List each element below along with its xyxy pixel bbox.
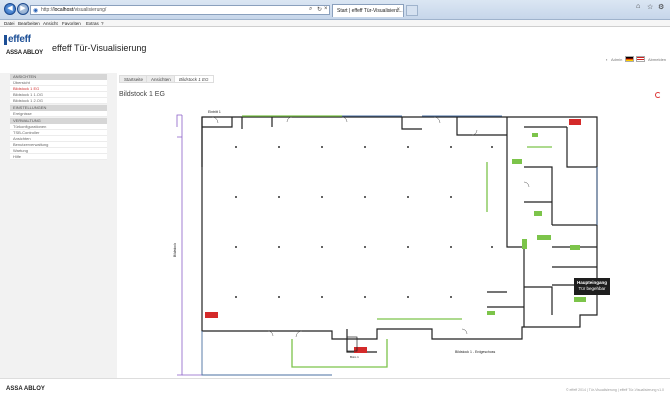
perimeter-walls: [201, 115, 598, 376]
new-tab-button[interactable]: [406, 5, 418, 16]
web-page: effeff ASSA ABLOY effeff Tür-Visualisier…: [0, 27, 670, 405]
address-text: http://localhost/visualisierung/: [41, 7, 107, 13]
search-icon[interactable]: ⌕: [309, 6, 312, 13]
main-panel: Startseite Ansichten Bildstock 1 EG Bild…: [117, 73, 670, 378]
star-icon[interactable]: ☆: [647, 3, 653, 11]
tab-start[interactable]: Startseite: [119, 75, 149, 83]
back-button[interactable]: ◀: [4, 3, 16, 15]
sidebar-item-help[interactable]: Hilfe: [10, 154, 107, 160]
app-title: effeff Tür-Visualisierung: [52, 43, 147, 53]
tooltip-status: Tür begehbar: [578, 286, 606, 291]
menu-bar: Datei Bearbeiten Ansicht Favoriten Extra…: [0, 20, 670, 27]
tab-views[interactable]: Ansichten: [146, 75, 176, 83]
effeff-logo-mark: [4, 35, 7, 45]
column-grid: [235, 146, 493, 298]
tab-current-view[interactable]: Bildstock 1 EG: [174, 75, 214, 83]
sidebar-item-events[interactable]: Ereignisse: [10, 111, 107, 117]
menu-file[interactable]: Datei: [4, 20, 15, 27]
footer-copyright: © effeff 2014 | Tür-Visualisierung | eff…: [565, 388, 664, 392]
browser-titlebar: ◀ ▶ ◉ http://localhost/visualisierung/ ⌕…: [0, 0, 670, 20]
floor-plan: Eintritt 1 Bildstock Bildstock 1 - Erdge…: [173, 110, 598, 376]
admin-link[interactable]: Admin: [611, 57, 622, 62]
address-bar[interactable]: ◉ http://localhost/visualisierung/ ⌕ ↻ ×: [30, 5, 330, 15]
menu-help[interactable]: ?: [101, 20, 104, 27]
sidebar: ANSICHTEN Übersicht Bildstock 1 EG Bilds…: [10, 73, 107, 160]
plan-label-bottom: Bildstock 1 - Erdgeschoss: [455, 350, 496, 354]
flag-de-icon[interactable]: [625, 56, 634, 62]
loading-icon[interactable]: [655, 92, 661, 98]
page-footer: ASSA ABLOY © effeff 2014 | Tür-Visualisi…: [0, 378, 670, 405]
menu-favorites[interactable]: Favoriten: [62, 20, 81, 27]
forward-button[interactable]: ▶: [17, 3, 29, 15]
user-icon: ▪: [606, 57, 608, 62]
effeff-logo[interactable]: effeff: [8, 34, 31, 45]
assa-abloy-logo: ASSA ABLOY: [6, 50, 43, 56]
app-header: effeff ASSA ABLOY effeff Tür-Visualisier…: [0, 27, 670, 73]
tab-title: Start | effeff Tür-Visualisieru...: [337, 8, 403, 14]
door-swings: [211, 116, 530, 338]
flag-us-icon[interactable]: [636, 56, 645, 62]
plan-label-room: Büro 1: [350, 355, 359, 359]
stop-icon[interactable]: ×: [324, 6, 328, 12]
door-markers-ok: [487, 133, 586, 315]
building-walls: [201, 116, 598, 353]
home-icon[interactable]: ⌂: [636, 3, 640, 10]
plan-label-top: Eintritt 1: [208, 110, 221, 114]
close-icon[interactable]: ×: [396, 7, 400, 13]
menu-tools[interactable]: Extras: [86, 20, 99, 27]
menu-edit[interactable]: Bearbeiten: [18, 20, 40, 27]
door-tooltip: Haupteingang Tür begehbar: [574, 278, 610, 295]
logout-link[interactable]: Abmelden: [648, 57, 666, 62]
plan-label-left: Bildstock: [173, 243, 177, 257]
page-icon: ◉: [33, 8, 39, 14]
gear-icon[interactable]: ⚙: [658, 3, 664, 11]
refresh-icon[interactable]: ↻: [317, 6, 322, 13]
site-outline: [176, 114, 272, 376]
content-area: ANSICHTEN Übersicht Bildstock 1 EG Bilds…: [0, 73, 670, 378]
forward-arrow-icon: ▶: [20, 5, 26, 12]
footer-logo: ASSA ABLOY: [6, 386, 45, 392]
page-title: Bildstock 1 EG: [119, 91, 165, 98]
menu-view[interactable]: Ansicht: [43, 20, 58, 27]
sidebar-item-bildstock-2og[interactable]: Bildstock 1 2.OG: [10, 98, 107, 104]
back-arrow-icon: ◀: [7, 5, 13, 12]
browser-tab[interactable]: Start | effeff Tür-Visualisieru... ×: [332, 4, 404, 17]
